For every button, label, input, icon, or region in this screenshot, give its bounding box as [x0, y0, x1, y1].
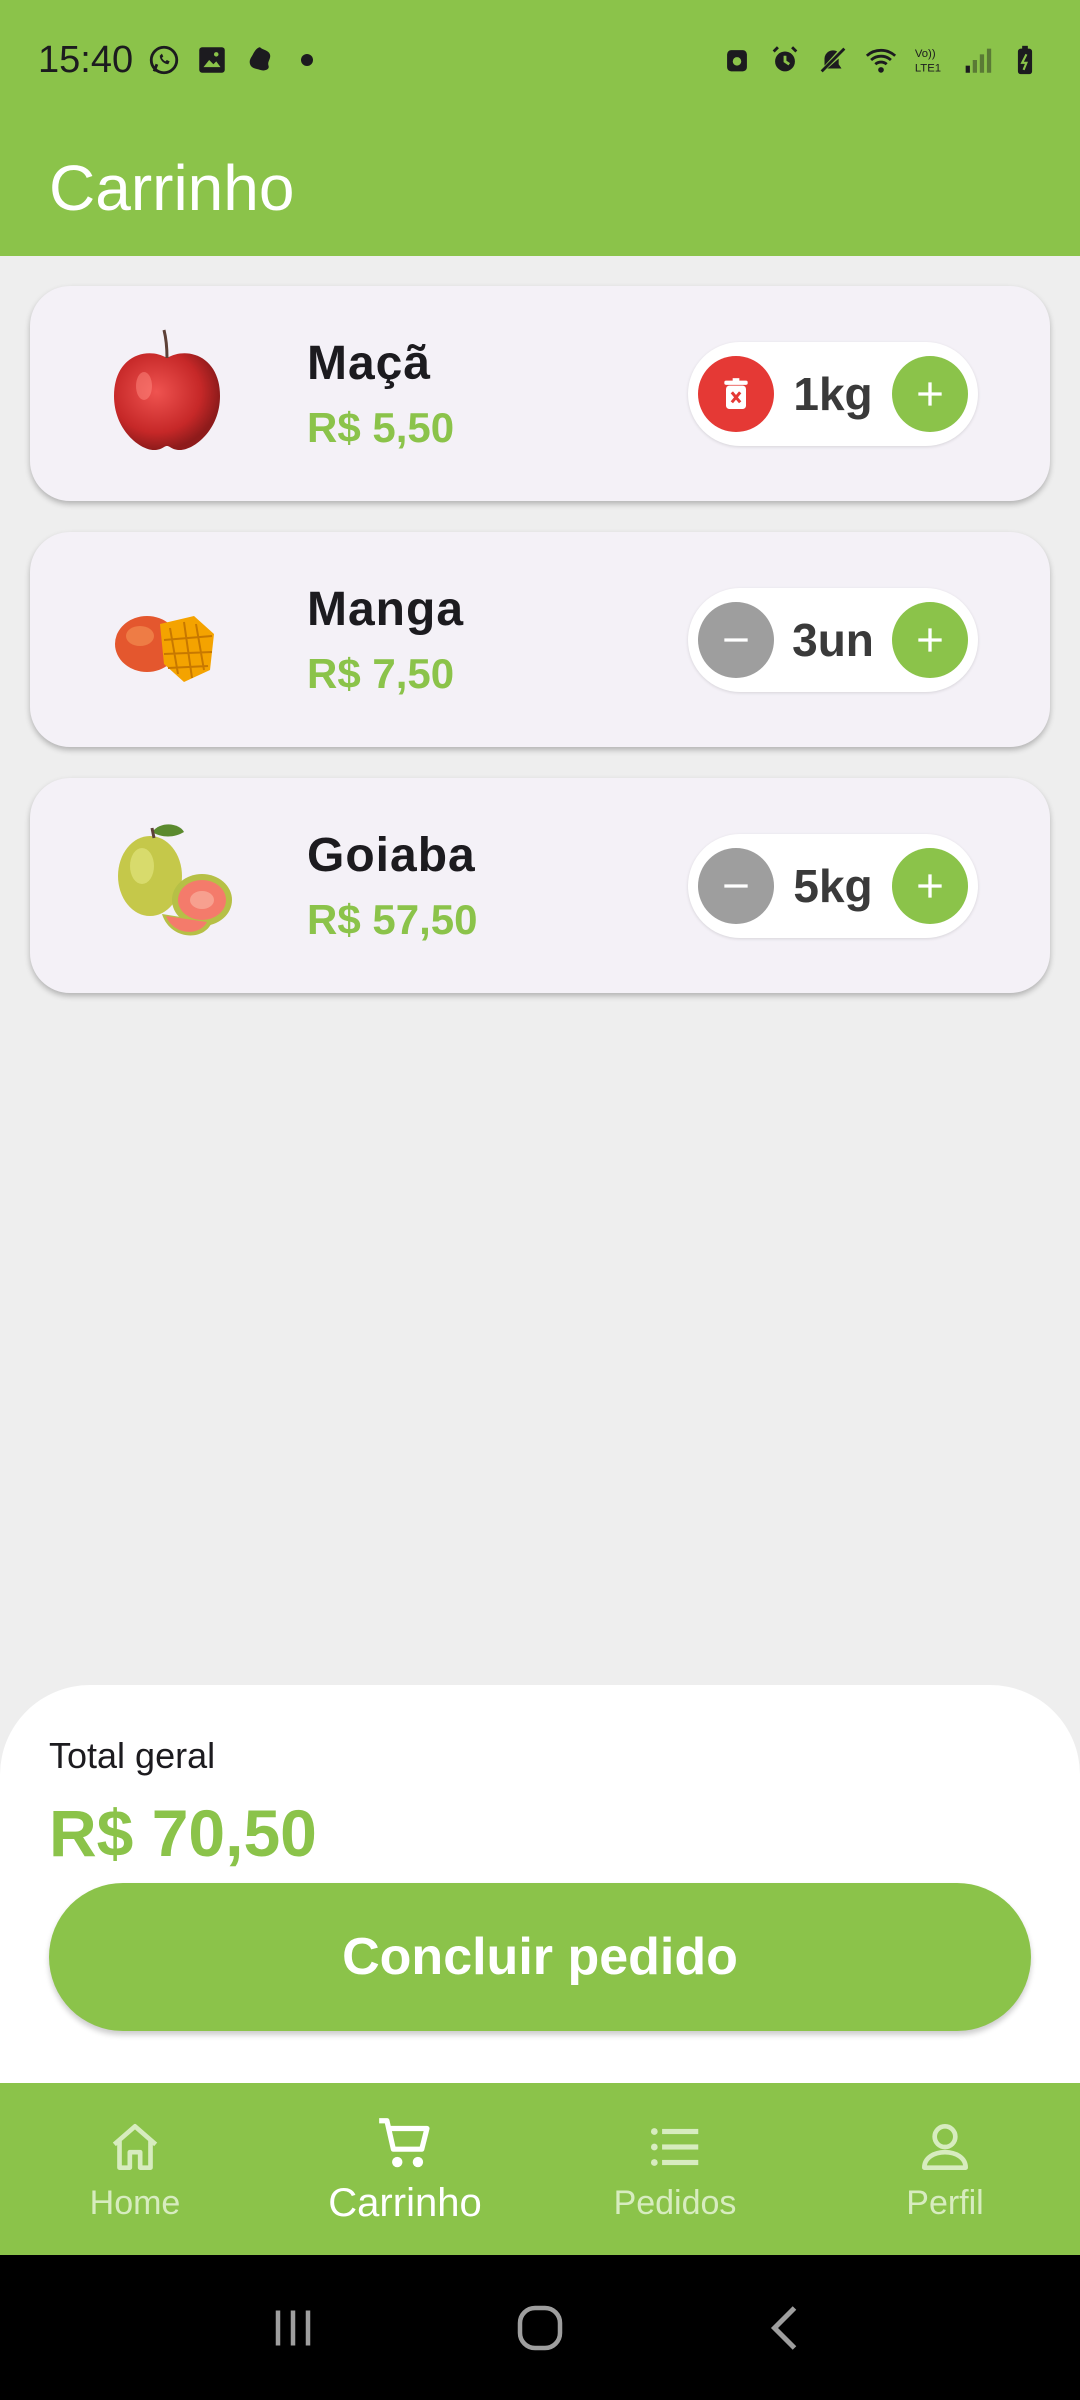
nav-item-profile[interactable]: Perfil [810, 2083, 1080, 2255]
minus-icon [724, 884, 748, 888]
cart-item: Maçã R$ 5,50 1kg [30, 286, 1050, 501]
dot-icon [301, 54, 314, 66]
total-label: Total geral [49, 1735, 216, 1776]
quantity-stepper: 5kg [688, 834, 978, 938]
home-icon [112, 2123, 158, 2170]
minus-icon [724, 638, 748, 642]
cart-icon [379, 2117, 430, 2167]
total-value: R$ 70,50 [49, 1796, 317, 1870]
nav-label: Carrinho [328, 2180, 482, 2225]
increase-quantity-button[interactable] [892, 602, 968, 678]
recent-apps-icon[interactable] [263, 2298, 323, 2358]
gallery-icon [195, 43, 229, 77]
increase-quantity-button[interactable] [891, 356, 968, 432]
bottom-navigation: Home Carrinho Pedidos Perfil [0, 2083, 1080, 2255]
nav-item-orders[interactable]: Pedidos [540, 2083, 810, 2255]
delete-item-button[interactable] [698, 356, 774, 432]
checkout-button[interactable]: Concluir pedido [49, 1883, 1031, 2031]
system-navigation [0, 2255, 1080, 2400]
nav-item-home[interactable]: Home [0, 2083, 270, 2255]
nav-item-cart[interactable]: Carrinho [270, 2083, 540, 2255]
guava-image [92, 810, 242, 960]
increase-quantity-button[interactable] [891, 848, 968, 924]
decrease-quantity-button[interactable] [698, 848, 774, 924]
svg-text:LTE1: LTE1 [915, 62, 941, 74]
quantity-value: 1kg [793, 368, 873, 420]
svg-text:Vo)): Vo)) [915, 48, 936, 60]
home-button-icon[interactable] [510, 2298, 570, 2358]
nav-label: Home [89, 2183, 181, 2222]
item-name: Manga [307, 583, 465, 636]
status-bar: 15:40 Vo)) LTE1 [0, 0, 1080, 120]
item-price: R$ 57,50 [307, 896, 478, 943]
page-title: Carrinho [49, 152, 295, 224]
plus-icon [918, 874, 942, 898]
plus-icon [918, 628, 942, 652]
item-price: R$ 7,50 [307, 650, 455, 697]
checkout-button-label: Concluir pedido [342, 1928, 738, 1986]
app-bar: Carrinho [0, 120, 1080, 256]
list-icon [650, 2127, 699, 2166]
cart-list: Maçã R$ 5,50 1kg Manga R$ 7,50 3un Goiab… [30, 286, 1050, 1024]
status-left: 15:40 [38, 38, 314, 82]
signal-icon [960, 43, 994, 77]
order-summary: Total geral R$ 70,50 Concluir pedido [0, 1685, 1080, 2083]
mango-image [92, 564, 242, 714]
item-price: R$ 5,50 [307, 404, 455, 451]
android-icon [720, 43, 754, 77]
trash-icon [724, 378, 748, 409]
mute-icon [816, 43, 850, 77]
back-icon[interactable] [757, 2298, 817, 2358]
alarm-icon [768, 43, 802, 77]
app-notification-icon [243, 43, 277, 77]
status-time: 15:40 [38, 38, 134, 81]
volte-icon: Vo)) LTE1 [912, 43, 946, 77]
quantity-stepper: 1kg [688, 342, 978, 446]
quantity-stepper: 3un [688, 588, 978, 692]
nav-label: Perfil [906, 2183, 984, 2222]
item-name: Maçã [307, 337, 432, 390]
plus-icon [918, 382, 942, 406]
whatsapp-icon [147, 43, 181, 77]
quantity-value: 3un [792, 614, 874, 666]
status-right: Vo)) LTE1 [720, 43, 1042, 77]
cart-item: Goiaba R$ 57,50 5kg [30, 778, 1050, 993]
nav-label: Pedidos [613, 2183, 737, 2222]
cart-item: Manga R$ 7,50 3un [30, 532, 1050, 747]
item-name: Goiaba [307, 829, 476, 882]
battery-icon [1008, 43, 1042, 77]
quantity-value: 5kg [793, 860, 873, 912]
wifi-icon [864, 43, 898, 77]
person-icon [922, 2123, 968, 2170]
decrease-quantity-button[interactable] [698, 602, 774, 678]
apple-image [92, 318, 242, 468]
